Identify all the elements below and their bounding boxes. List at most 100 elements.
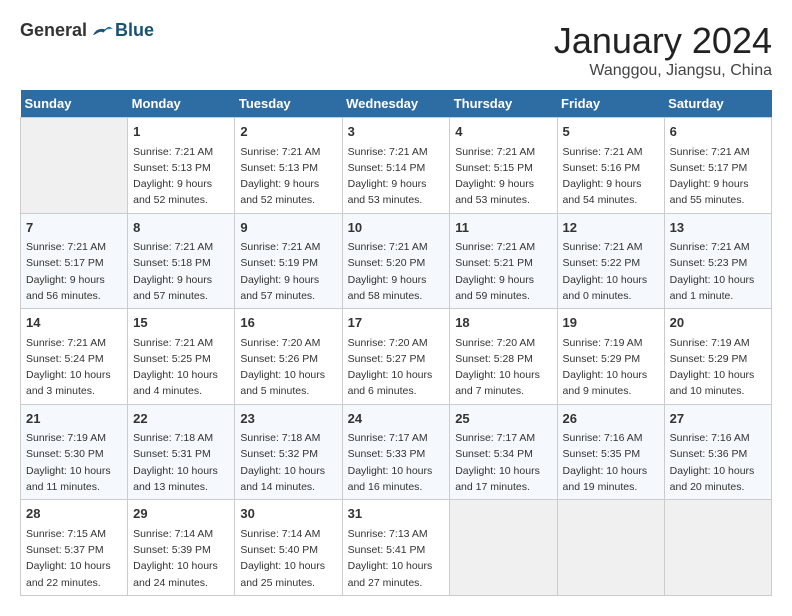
calendar-cell: 16Sunrise: 7:20 AMSunset: 5:26 PMDayligh… <box>235 309 342 405</box>
calendar-cell: 14Sunrise: 7:21 AMSunset: 5:24 PMDayligh… <box>21 309 128 405</box>
day-number: 25 <box>455 409 551 429</box>
day-sun-info: Sunrise: 7:19 AMSunset: 5:29 PMDaylight:… <box>670 335 766 400</box>
day-header-monday: Monday <box>128 90 235 118</box>
day-number: 12 <box>563 218 659 238</box>
day-number: 31 <box>348 504 445 524</box>
day-number: 27 <box>670 409 766 429</box>
day-header-tuesday: Tuesday <box>235 90 342 118</box>
day-sun-info: Sunrise: 7:15 AMSunset: 5:37 PMDaylight:… <box>26 526 122 591</box>
day-sun-info: Sunrise: 7:21 AMSunset: 5:19 PMDaylight:… <box>240 239 336 304</box>
day-sun-info: Sunrise: 7:21 AMSunset: 5:17 PMDaylight:… <box>26 239 122 304</box>
logo-blue-text: Blue <box>115 20 154 41</box>
day-number: 11 <box>455 218 551 238</box>
calendar-cell: 28Sunrise: 7:15 AMSunset: 5:37 PMDayligh… <box>21 500 128 596</box>
day-number: 2 <box>240 122 336 142</box>
calendar-cell: 15Sunrise: 7:21 AMSunset: 5:25 PMDayligh… <box>128 309 235 405</box>
day-number: 3 <box>348 122 445 142</box>
logo-general-text: General <box>20 20 87 41</box>
calendar-cell: 29Sunrise: 7:14 AMSunset: 5:39 PMDayligh… <box>128 500 235 596</box>
day-sun-info: Sunrise: 7:18 AMSunset: 5:31 PMDaylight:… <box>133 430 229 495</box>
day-sun-info: Sunrise: 7:20 AMSunset: 5:26 PMDaylight:… <box>240 335 336 400</box>
day-number: 6 <box>670 122 766 142</box>
calendar-cell: 25Sunrise: 7:17 AMSunset: 5:34 PMDayligh… <box>450 404 557 500</box>
day-number: 1 <box>133 122 229 142</box>
calendar-cell: 30Sunrise: 7:14 AMSunset: 5:40 PMDayligh… <box>235 500 342 596</box>
day-sun-info: Sunrise: 7:21 AMSunset: 5:15 PMDaylight:… <box>455 144 551 209</box>
calendar-cell: 10Sunrise: 7:21 AMSunset: 5:20 PMDayligh… <box>342 213 450 309</box>
calendar-cell: 31Sunrise: 7:13 AMSunset: 5:41 PMDayligh… <box>342 500 450 596</box>
week-row-3: 14Sunrise: 7:21 AMSunset: 5:24 PMDayligh… <box>21 309 772 405</box>
day-header-wednesday: Wednesday <box>342 90 450 118</box>
logo-bird-icon <box>89 21 113 41</box>
day-number: 14 <box>26 313 122 333</box>
day-sun-info: Sunrise: 7:17 AMSunset: 5:34 PMDaylight:… <box>455 430 551 495</box>
page-header: General Blue January 2024 Wanggou, Jiang… <box>20 20 772 80</box>
day-number: 23 <box>240 409 336 429</box>
logo: General Blue <box>20 20 154 41</box>
calendar-cell <box>557 500 664 596</box>
calendar-cell <box>664 500 771 596</box>
calendar-cell <box>450 500 557 596</box>
day-sun-info: Sunrise: 7:18 AMSunset: 5:32 PMDaylight:… <box>240 430 336 495</box>
day-header-saturday: Saturday <box>664 90 771 118</box>
day-number: 19 <box>563 313 659 333</box>
calendar-cell <box>21 118 128 214</box>
day-sun-info: Sunrise: 7:21 AMSunset: 5:13 PMDaylight:… <box>240 144 336 209</box>
calendar-cell: 12Sunrise: 7:21 AMSunset: 5:22 PMDayligh… <box>557 213 664 309</box>
day-number: 29 <box>133 504 229 524</box>
day-number: 24 <box>348 409 445 429</box>
calendar-cell: 2Sunrise: 7:21 AMSunset: 5:13 PMDaylight… <box>235 118 342 214</box>
calendar-cell: 8Sunrise: 7:21 AMSunset: 5:18 PMDaylight… <box>128 213 235 309</box>
calendar-cell: 24Sunrise: 7:17 AMSunset: 5:33 PMDayligh… <box>342 404 450 500</box>
day-number: 7 <box>26 218 122 238</box>
header-row: SundayMondayTuesdayWednesdayThursdayFrid… <box>21 90 772 118</box>
calendar-cell: 23Sunrise: 7:18 AMSunset: 5:32 PMDayligh… <box>235 404 342 500</box>
calendar-cell: 22Sunrise: 7:18 AMSunset: 5:31 PMDayligh… <box>128 404 235 500</box>
day-sun-info: Sunrise: 7:16 AMSunset: 5:35 PMDaylight:… <box>563 430 659 495</box>
calendar-cell: 27Sunrise: 7:16 AMSunset: 5:36 PMDayligh… <box>664 404 771 500</box>
day-number: 20 <box>670 313 766 333</box>
day-sun-info: Sunrise: 7:13 AMSunset: 5:41 PMDaylight:… <box>348 526 445 591</box>
calendar-cell: 9Sunrise: 7:21 AMSunset: 5:19 PMDaylight… <box>235 213 342 309</box>
day-sun-info: Sunrise: 7:14 AMSunset: 5:40 PMDaylight:… <box>240 526 336 591</box>
day-sun-info: Sunrise: 7:20 AMSunset: 5:27 PMDaylight:… <box>348 335 445 400</box>
day-sun-info: Sunrise: 7:19 AMSunset: 5:30 PMDaylight:… <box>26 430 122 495</box>
day-number: 28 <box>26 504 122 524</box>
calendar-table: SundayMondayTuesdayWednesdayThursdayFrid… <box>20 90 772 596</box>
day-sun-info: Sunrise: 7:21 AMSunset: 5:14 PMDaylight:… <box>348 144 445 209</box>
day-number: 10 <box>348 218 445 238</box>
day-sun-info: Sunrise: 7:21 AMSunset: 5:22 PMDaylight:… <box>563 239 659 304</box>
month-title: January 2024 <box>554 20 772 62</box>
day-sun-info: Sunrise: 7:20 AMSunset: 5:28 PMDaylight:… <box>455 335 551 400</box>
calendar-cell: 7Sunrise: 7:21 AMSunset: 5:17 PMDaylight… <box>21 213 128 309</box>
day-number: 17 <box>348 313 445 333</box>
day-number: 5 <box>563 122 659 142</box>
day-sun-info: Sunrise: 7:21 AMSunset: 5:20 PMDaylight:… <box>348 239 445 304</box>
calendar-cell: 3Sunrise: 7:21 AMSunset: 5:14 PMDaylight… <box>342 118 450 214</box>
calendar-cell: 17Sunrise: 7:20 AMSunset: 5:27 PMDayligh… <box>342 309 450 405</box>
day-sun-info: Sunrise: 7:19 AMSunset: 5:29 PMDaylight:… <box>563 335 659 400</box>
calendar-cell: 26Sunrise: 7:16 AMSunset: 5:35 PMDayligh… <box>557 404 664 500</box>
day-sun-info: Sunrise: 7:21 AMSunset: 5:17 PMDaylight:… <box>670 144 766 209</box>
day-sun-info: Sunrise: 7:21 AMSunset: 5:16 PMDaylight:… <box>563 144 659 209</box>
day-number: 13 <box>670 218 766 238</box>
day-sun-info: Sunrise: 7:14 AMSunset: 5:39 PMDaylight:… <box>133 526 229 591</box>
week-row-2: 7Sunrise: 7:21 AMSunset: 5:17 PMDaylight… <box>21 213 772 309</box>
day-number: 4 <box>455 122 551 142</box>
day-sun-info: Sunrise: 7:21 AMSunset: 5:25 PMDaylight:… <box>133 335 229 400</box>
day-number: 30 <box>240 504 336 524</box>
day-sun-info: Sunrise: 7:21 AMSunset: 5:21 PMDaylight:… <box>455 239 551 304</box>
day-number: 22 <box>133 409 229 429</box>
day-header-friday: Friday <box>557 90 664 118</box>
calendar-cell: 21Sunrise: 7:19 AMSunset: 5:30 PMDayligh… <box>21 404 128 500</box>
day-header-sunday: Sunday <box>21 90 128 118</box>
calendar-cell: 5Sunrise: 7:21 AMSunset: 5:16 PMDaylight… <box>557 118 664 214</box>
day-sun-info: Sunrise: 7:21 AMSunset: 5:23 PMDaylight:… <box>670 239 766 304</box>
day-number: 26 <box>563 409 659 429</box>
calendar-cell: 13Sunrise: 7:21 AMSunset: 5:23 PMDayligh… <box>664 213 771 309</box>
week-row-5: 28Sunrise: 7:15 AMSunset: 5:37 PMDayligh… <box>21 500 772 596</box>
day-number: 15 <box>133 313 229 333</box>
day-sun-info: Sunrise: 7:21 AMSunset: 5:13 PMDaylight:… <box>133 144 229 209</box>
week-row-4: 21Sunrise: 7:19 AMSunset: 5:30 PMDayligh… <box>21 404 772 500</box>
day-sun-info: Sunrise: 7:21 AMSunset: 5:18 PMDaylight:… <box>133 239 229 304</box>
